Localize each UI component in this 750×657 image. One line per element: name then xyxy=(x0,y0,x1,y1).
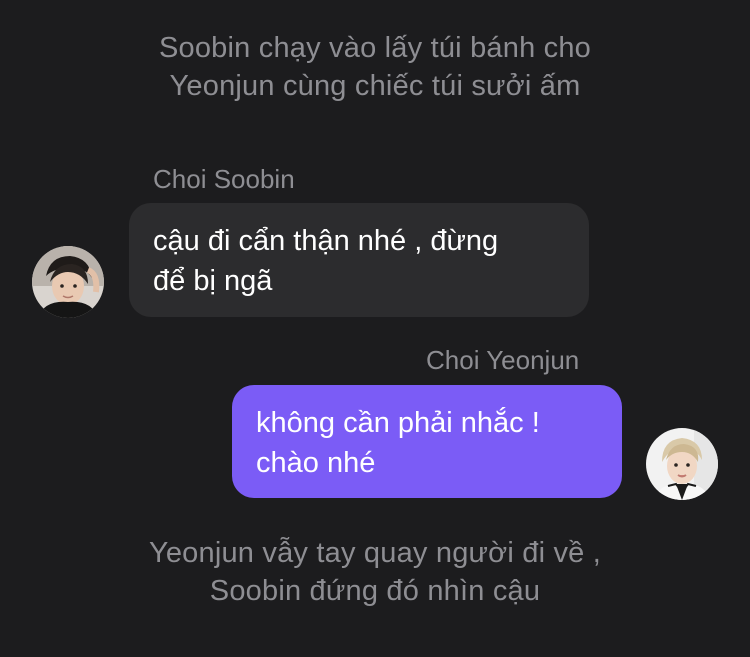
avatar-soobin-image xyxy=(32,246,104,318)
sender-name-yeonjun: Choi Yeonjun xyxy=(426,345,580,375)
narration-bottom-line-1: Yeonjun vẫy tay quay người đi về , xyxy=(148,537,602,569)
message-text-line: cậu đi cẩn thận nhé , đừng xyxy=(153,225,499,257)
narration-top-line-1: Soobin chạy vào lấy túi bánh cho xyxy=(158,32,592,64)
avatar-soobin[interactable] xyxy=(32,246,104,318)
narration-top-line-2: Yeonjun cùng chiếc túi sưởi ấm xyxy=(169,70,581,102)
message-text-line: để bị ngã xyxy=(153,265,273,297)
message-text-line: chào nhé xyxy=(256,447,376,479)
avatar-yeonjun-image xyxy=(646,428,718,500)
message-text-line: không cần phải nhắc ! xyxy=(256,407,540,439)
narration-bottom: Yeonjun vẫy tay quay người đi về , Soobi… xyxy=(0,534,750,610)
narration-top: Soobin chạy vào lấy túi bánh cho Yeonjun… xyxy=(0,29,750,105)
message-bubble-yeonjun[interactable]: không cần phải nhắc ! chào nhé xyxy=(232,385,622,498)
message-bubble-soobin[interactable]: cậu đi cẩn thận nhé , đừng để bị ngã xyxy=(129,203,589,317)
avatar-yeonjun[interactable] xyxy=(646,428,718,500)
sender-name-soobin: Choi Soobin xyxy=(153,164,295,194)
narration-bottom-line-2: Soobin đứng đó nhìn cậu xyxy=(209,575,541,607)
